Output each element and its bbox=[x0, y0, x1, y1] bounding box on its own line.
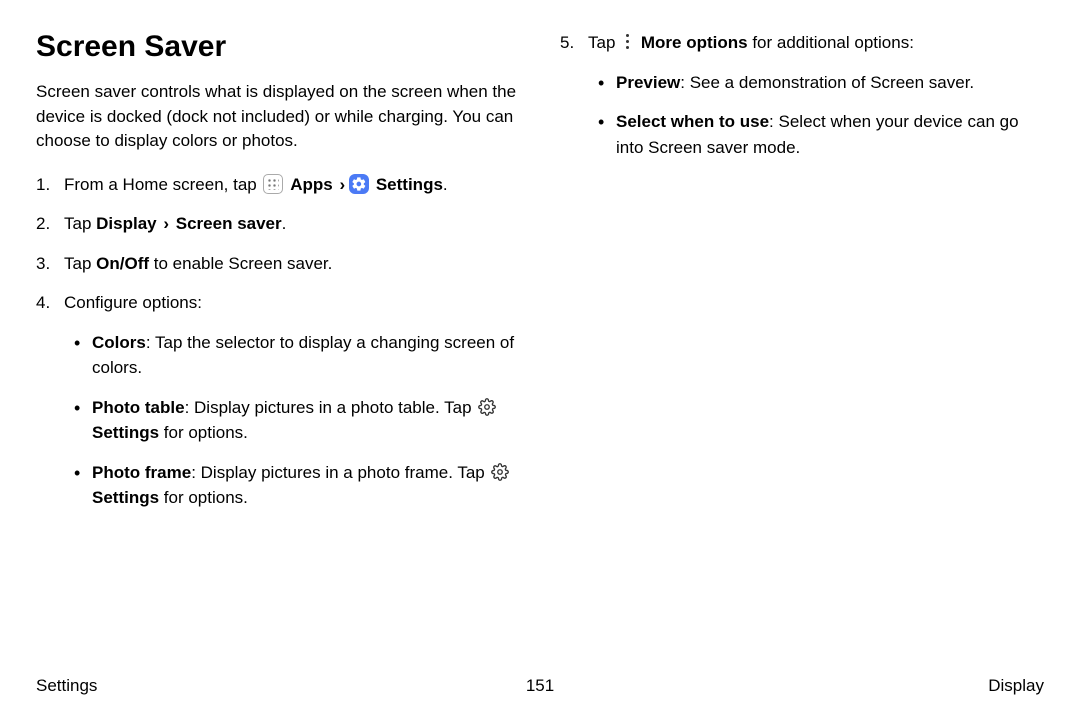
settings-blue-icon bbox=[349, 174, 369, 194]
footer-page-number: 151 bbox=[526, 676, 554, 696]
step-4: Configure options: Colors: Tap the selec… bbox=[36, 290, 520, 511]
option-photo-table-text: : Display pictures in a photo table. Tap bbox=[185, 398, 477, 417]
step-2-tap: Tap bbox=[64, 214, 96, 233]
step-3-tap: Tap bbox=[64, 254, 96, 273]
step-4-text: Configure options: bbox=[64, 293, 202, 312]
chevron-right-icon-2: › bbox=[163, 214, 169, 233]
option-preview-label: Preview bbox=[616, 73, 680, 92]
option-photo-frame: Photo frame: Display pictures in a photo… bbox=[92, 460, 520, 511]
step-1-text: From a Home screen, tap bbox=[64, 175, 261, 194]
step-2-display: Display bbox=[96, 214, 156, 233]
step-3-rest: to enable Screen saver. bbox=[149, 254, 332, 273]
period: . bbox=[443, 175, 448, 194]
settings-word-2: Settings bbox=[92, 488, 159, 507]
step-3: Tap On/Off to enable Screen saver. bbox=[36, 251, 520, 277]
footer-section-right: Display bbox=[988, 676, 1044, 696]
gear-icon-2 bbox=[491, 463, 509, 481]
step-2-screen-saver: Screen saver bbox=[176, 214, 282, 233]
step-5-rest: for additional options: bbox=[748, 33, 914, 52]
right-column: Tap More options for additional options:… bbox=[560, 30, 1044, 525]
option-select-when: Select when to use: Select when your dev… bbox=[616, 109, 1044, 160]
option-preview-text: : See a demonstration of Screen saver. bbox=[680, 73, 974, 92]
option-preview: Preview: See a demonstration of Screen s… bbox=[616, 70, 1044, 96]
option-photo-frame-text: : Display pictures in a photo frame. Tap bbox=[191, 463, 489, 482]
page-heading: Screen Saver bbox=[36, 30, 520, 64]
for-options-2: for options. bbox=[159, 488, 248, 507]
page-footer: Settings 151 Display bbox=[36, 676, 1044, 696]
footer-section-left: Settings bbox=[36, 676, 97, 696]
step-5: Tap More options for additional options:… bbox=[560, 30, 1044, 160]
for-options-1: for options. bbox=[159, 423, 248, 442]
option-colors: Colors: Tap the selector to display a ch… bbox=[92, 330, 520, 381]
intro-paragraph: Screen saver controls what is displayed … bbox=[36, 80, 520, 154]
step-1: From a Home screen, tap Apps › Settings. bbox=[36, 172, 520, 198]
period-2: . bbox=[282, 214, 287, 233]
option-photo-table-label: Photo table bbox=[92, 398, 185, 417]
option-photo-frame-label: Photo frame bbox=[92, 463, 191, 482]
more-options-icon bbox=[622, 33, 634, 51]
gear-icon bbox=[478, 398, 496, 416]
settings-label: Settings bbox=[376, 175, 443, 194]
left-column: Screen Saver Screen saver controls what … bbox=[36, 30, 520, 525]
step-5-more-options: More options bbox=[641, 33, 748, 52]
apps-label: Apps bbox=[290, 175, 333, 194]
option-photo-table: Photo table: Display pictures in a photo… bbox=[92, 395, 520, 446]
apps-icon bbox=[263, 174, 283, 194]
chevron-right-icon: › bbox=[339, 175, 345, 194]
settings-word-1: Settings bbox=[92, 423, 159, 442]
step-2: Tap Display › Screen saver. bbox=[36, 211, 520, 237]
step-3-onoff: On/Off bbox=[96, 254, 149, 273]
option-colors-label: Colors bbox=[92, 333, 146, 352]
option-select-label: Select when to use bbox=[616, 112, 769, 131]
option-colors-text: : Tap the selector to display a changing… bbox=[92, 333, 514, 378]
step-5-tap: Tap bbox=[588, 33, 620, 52]
